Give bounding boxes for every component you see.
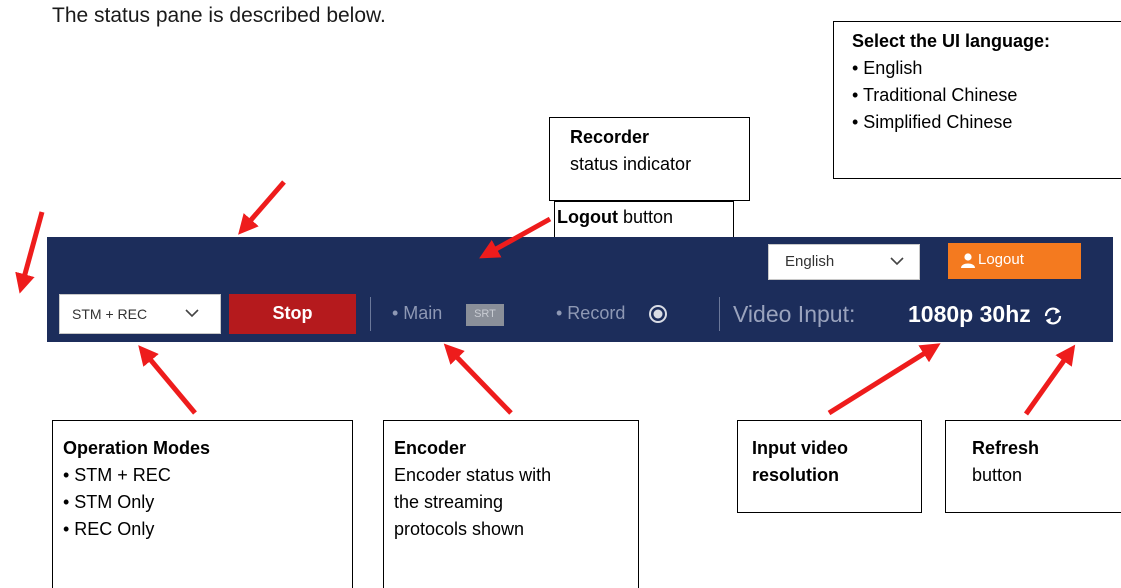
arrow	[827, 343, 941, 416]
arrow	[138, 345, 197, 415]
arrow	[443, 343, 513, 415]
arrow	[15, 211, 45, 294]
pointer-arrows	[15, 180, 1076, 416]
arrow	[238, 180, 286, 235]
arrow	[479, 216, 552, 259]
arrow	[1023, 344, 1076, 416]
